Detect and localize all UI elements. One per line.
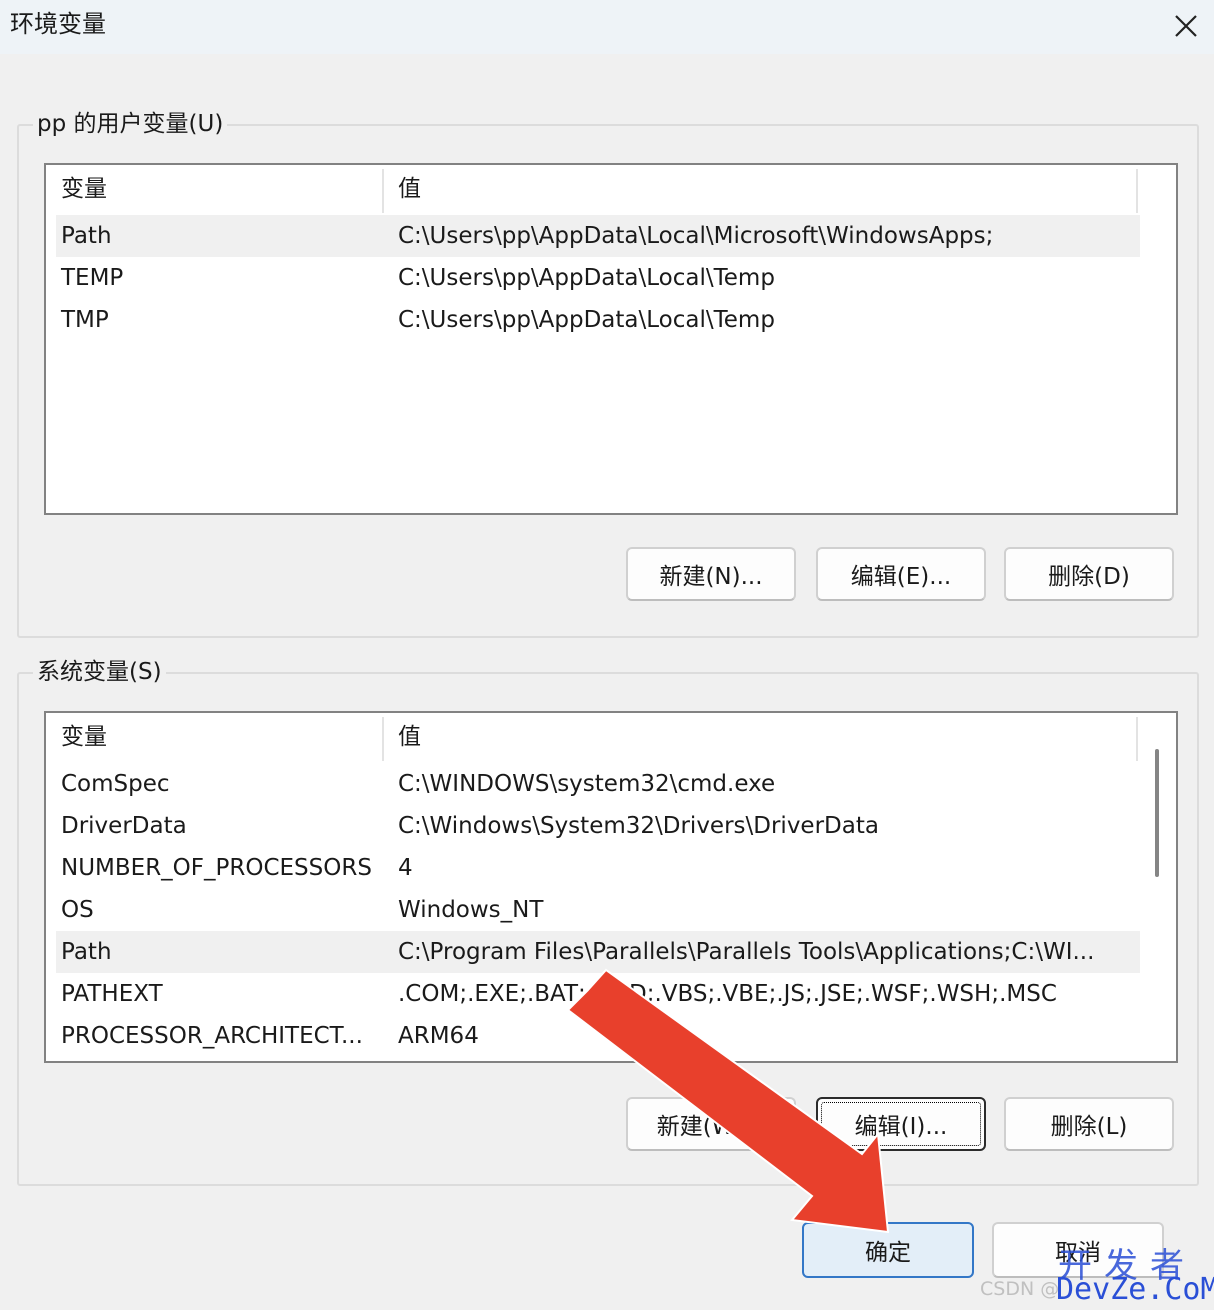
variable-value: ARM64: [398, 1023, 479, 1049]
variable-name: ComSpec: [61, 771, 170, 797]
close-icon: [1175, 15, 1197, 37]
column-header-name[interactable]: 变量: [61, 721, 107, 753]
variable-name: Path: [61, 223, 112, 249]
table-row[interactable]: DriverData C:\Windows\System32\Drivers\Dr…: [56, 805, 1140, 847]
variable-name: NUMBER_OF_PROCESSORS: [61, 855, 372, 881]
table-row[interactable]: Path C:\Program Files\Parallels\Parallels…: [56, 931, 1140, 973]
system-edit-button[interactable]: 编辑(I)...: [816, 1097, 986, 1151]
table-row[interactable]: TEMP C:\Users\pp\AppData\Local\Temp: [56, 257, 1140, 299]
variable-value: C:\Windows\System32\Drivers\DriverData: [398, 813, 879, 839]
table-row[interactable]: PATHEXT .COM;.EXE;.BAT;.CMD;.VBS;.VBE;.JS…: [56, 973, 1140, 1015]
column-divider[interactable]: [382, 717, 384, 761]
column-header-name[interactable]: 变量: [61, 173, 107, 205]
variable-name: DriverData: [61, 813, 187, 839]
table-row[interactable]: Path C:\Users\pp\AppData\Local\Microsoft\…: [56, 215, 1140, 257]
variable-name: OS: [61, 897, 94, 923]
table-row[interactable]: ComSpec C:\WINDOWS\system32\cmd.exe: [56, 763, 1140, 805]
scrollbar-thumb[interactable]: [1155, 749, 1159, 877]
variable-value: C:\Users\pp\AppData\Local\Temp: [398, 307, 775, 333]
variable-name: Path: [61, 939, 112, 965]
variable-value: C:\WINDOWS\system32\cmd.exe: [398, 771, 776, 797]
column-header-value[interactable]: 值: [398, 173, 421, 205]
variable-name: PATHEXT: [61, 981, 163, 1007]
variable-value: 4: [398, 855, 413, 881]
table-row[interactable]: NUMBER_OF_PROCESSORS 4: [56, 847, 1140, 889]
variable-value: Windows_NT: [398, 897, 544, 923]
watermark-logo-bottom: DevZe.CoM: [1056, 1272, 1214, 1307]
variable-value: C:\Users\pp\AppData\Local\Temp: [398, 265, 775, 291]
list-header: 变量 值: [56, 713, 1141, 761]
variable-name: PROCESSOR_ARCHITECT...: [61, 1023, 363, 1049]
variable-value: .COM;.EXE;.BAT;.CMD;.VBS;.VBE;.JS;.JSE;.…: [398, 981, 1057, 1007]
ok-button[interactable]: 确定: [802, 1222, 974, 1278]
variable-value: C:\Users\pp\AppData\Local\Microsoft\Wind…: [398, 223, 994, 249]
system-variables-group: 系统变量(S) 变量 值 ComSpec C:\WINDOWS\system32\…: [17, 657, 1199, 1186]
table-row[interactable]: PROCESSOR_ARCHITECT... ARM64: [56, 1015, 1140, 1057]
user-variables-label: pp 的用户变量(U): [33, 109, 228, 139]
csdn-watermark: CSDN @: [980, 1278, 1060, 1300]
user-new-button[interactable]: 新建(N)...: [626, 547, 796, 601]
vertical-scrollbar[interactable]: [1140, 713, 1176, 1061]
variable-value: C:\Program Files\Parallels\Parallels Too…: [398, 939, 1095, 965]
user-variables-group: pp 的用户变量(U) 变量 值 Path C:\Users\pp\AppData…: [17, 109, 1199, 638]
user-variables-list[interactable]: 变量 值 Path C:\Users\pp\AppData\Local\Micro…: [44, 163, 1178, 515]
column-divider[interactable]: [1136, 169, 1138, 213]
user-delete-button[interactable]: 删除(D): [1004, 547, 1174, 601]
list-header: 变量 值: [56, 165, 1141, 213]
system-variables-label: 系统变量(S): [33, 657, 166, 687]
variable-name: TEMP: [61, 265, 124, 291]
system-variables-list[interactable]: 变量 值 ComSpec C:\WINDOWS\system32\cmd.exe D…: [44, 711, 1178, 1063]
focus-rectangle: [821, 1102, 981, 1146]
window-title: 环境变量: [10, 10, 106, 38]
system-delete-button[interactable]: 删除(L): [1004, 1097, 1174, 1151]
column-divider[interactable]: [1136, 717, 1138, 761]
close-button[interactable]: [1166, 6, 1206, 46]
devze-watermark-logo: 开发者 DevZe.CoM: [1056, 1238, 1214, 1308]
table-row[interactable]: TMP C:\Users\pp\AppData\Local\Temp: [56, 299, 1140, 341]
column-divider[interactable]: [382, 169, 384, 213]
user-edit-button[interactable]: 编辑(E)...: [816, 547, 986, 601]
system-new-button[interactable]: 新建(W)...: [626, 1097, 796, 1151]
column-header-value[interactable]: 值: [398, 721, 421, 753]
title-bar: 环境变量: [0, 0, 1214, 54]
table-row[interactable]: OS Windows_NT: [56, 889, 1140, 931]
variable-name: TMP: [61, 307, 109, 333]
